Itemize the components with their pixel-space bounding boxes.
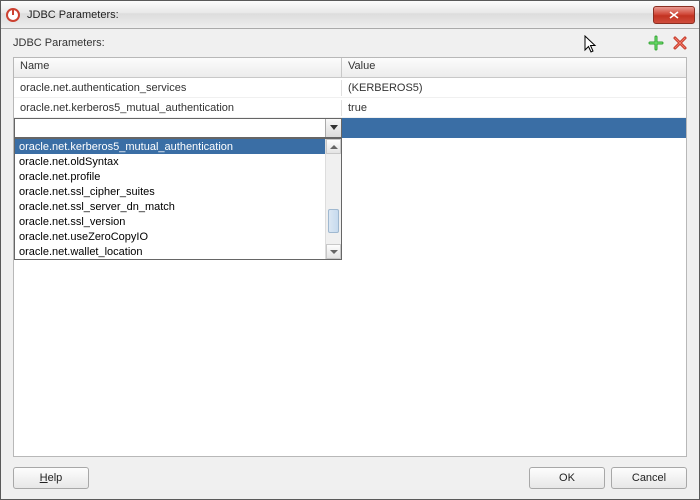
name-dropdown-list[interactable]: oracle.net.kerberos5_mutual_authenticati… [14, 138, 342, 260]
window-title: JDBC Parameters: [27, 9, 653, 21]
scroll-down-button[interactable] [326, 244, 341, 259]
grid-header: Name Value [14, 58, 686, 78]
name-input[interactable] [15, 119, 325, 137]
scroll-thumb[interactable] [328, 209, 339, 233]
dropdown-item[interactable]: oracle.net.kerberos5_mutual_authenticati… [15, 139, 325, 154]
app-icon [5, 7, 21, 23]
panel-header: JDBC Parameters: [1, 29, 699, 57]
name-combobox[interactable] [14, 118, 342, 138]
dropdown-item[interactable]: oracle.net.wallet_location [15, 244, 325, 259]
dialog-footer: Help OK Cancel [1, 463, 699, 499]
add-parameter-button[interactable] [647, 34, 665, 52]
dropdown-item[interactable]: oracle.net.oldSyntax [15, 154, 325, 169]
cell-name: oracle.net.authentication_services [14, 80, 342, 96]
dropdown-item[interactable]: oracle.net.ssl_cipher_suites [15, 184, 325, 199]
parameters-grid: Name Value oracle.net.authentication_ser… [13, 57, 687, 457]
table-row[interactable]: oracle.net.authentication_services (KERB… [14, 78, 686, 98]
column-header-value[interactable]: Value [342, 58, 686, 77]
dropdown-item[interactable]: oracle.net.ssl_server_dn_match [15, 199, 325, 214]
window-close-button[interactable] [653, 6, 695, 24]
scroll-up-button[interactable] [326, 139, 341, 154]
dropdown-list: oracle.net.kerberos5_mutual_authenticati… [15, 139, 325, 259]
dropdown-item[interactable]: oracle.net.profile [15, 169, 325, 184]
dropdown-toggle-button[interactable] [325, 119, 341, 137]
table-row[interactable]: oracle.net.kerberos5_mutual_authenticati… [14, 98, 686, 118]
help-button[interactable]: Help [13, 467, 89, 489]
table-row-editing[interactable] [14, 118, 686, 138]
titlebar[interactable]: JDBC Parameters: [1, 1, 699, 29]
ok-button[interactable]: OK [529, 467, 605, 489]
help-mnemonic: H [40, 472, 48, 484]
dropdown-scrollbar[interactable] [325, 139, 341, 259]
dropdown-item[interactable]: oracle.net.useZeroCopyIO [15, 229, 325, 244]
jdbc-parameters-dialog: JDBC Parameters: JDBC Parameters: Name V… [0, 0, 700, 500]
cell-name: oracle.net.kerberos5_mutual_authenticati… [14, 100, 342, 116]
cell-value: true [342, 100, 686, 116]
delete-parameter-button[interactable] [671, 34, 689, 52]
dropdown-item[interactable]: oracle.net.ssl_version [15, 214, 325, 229]
panel-label: JDBC Parameters: [13, 37, 105, 49]
column-header-name[interactable]: Name [14, 58, 342, 77]
cancel-button[interactable]: Cancel [611, 467, 687, 489]
cell-value: (KERBEROS5) [342, 80, 686, 96]
